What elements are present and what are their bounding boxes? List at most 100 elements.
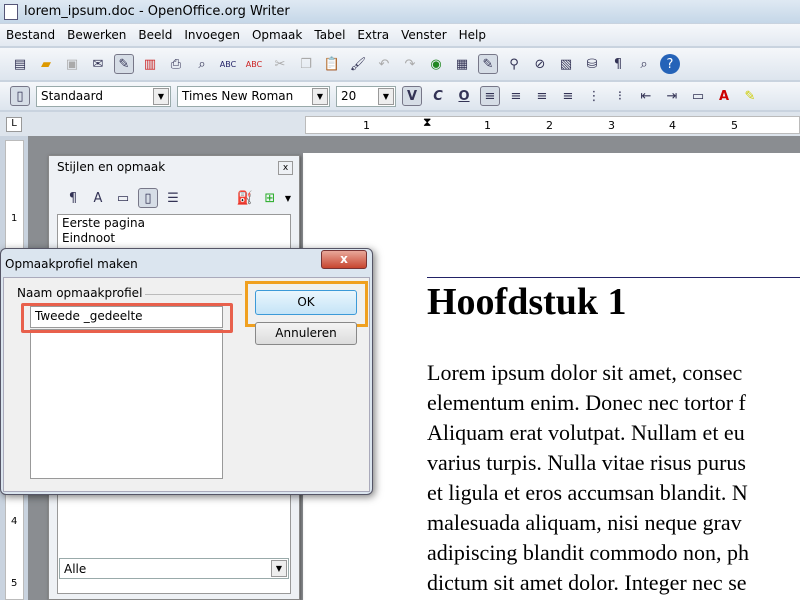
font-name-select[interactable]: Times New Roman ▼ [177, 85, 330, 107]
menu-help[interactable]: Help [453, 28, 492, 42]
text-line: Lorem ipsum dolor sit amet, consec [427, 360, 743, 385]
chevron-down-icon[interactable]: ▼ [153, 87, 169, 105]
copy-icon[interactable]: ❐ [296, 54, 316, 74]
help-icon[interactable]: ? [660, 54, 680, 74]
justify-icon[interactable]: ≡ [558, 86, 578, 106]
paste-icon[interactable]: 📋 [322, 54, 342, 74]
document-heading[interactable]: Hoofdstuk 1 [427, 280, 627, 324]
text-boundary-line [427, 277, 800, 278]
highlight-icon[interactable]: ✎ [740, 86, 760, 106]
navigator-icon[interactable]: ⊘ [530, 54, 550, 74]
zoom-icon[interactable]: ⌕ [634, 54, 654, 74]
menu-bar: Bestand Bewerken Beeld Invoegen Opmaak T… [0, 24, 800, 46]
menu-tabel[interactable]: Tabel [308, 28, 351, 42]
tab-stop-type-icon[interactable]: L [6, 117, 22, 132]
export-pdf-icon[interactable]: ▥ [140, 54, 160, 74]
menu-beeld[interactable]: Beeld [132, 28, 178, 42]
align-right-icon[interactable]: ≡ [532, 86, 552, 106]
bold-button[interactable]: V [402, 86, 422, 106]
table-icon[interactable]: ▦ [452, 54, 472, 74]
standard-toolbar: ▤ ▰ ▣ ✉ ✎ ▥ ⎙ ⌕ ABC ABC ✂ ❐ 📋 🖌 ↶ ↷ ◉ ▦ … [0, 48, 800, 80]
align-center-icon[interactable]: ≡ [506, 86, 526, 106]
undo-icon[interactable]: ↶ [374, 54, 394, 74]
menu-bewerken[interactable]: Bewerken [61, 28, 132, 42]
redo-icon[interactable]: ↷ [400, 54, 420, 74]
writer-document-icon [4, 3, 18, 20]
menu-opmaak[interactable]: Opmaak [246, 28, 308, 42]
ruler-label: 3 [608, 118, 615, 132]
italic-button[interactable]: C [428, 86, 448, 106]
indent-marker-icon[interactable]: ⧗ [423, 115, 431, 130]
ok-button[interactable]: OK [255, 290, 357, 315]
text-line: Aliquam erat volutpat. Nullam et eu [427, 420, 745, 445]
list-styles-icon[interactable]: ☰ [163, 188, 183, 208]
text-line: varius turpis. Nulla vitae risus purus [427, 450, 746, 475]
character-styles-icon[interactable]: A [88, 188, 108, 208]
draw-functions-icon[interactable]: ✎ [478, 54, 498, 74]
increase-indent-icon[interactable]: ⇥ [662, 86, 682, 106]
ruler-label: 4 [11, 516, 18, 527]
font-color-icon[interactable]: A [714, 86, 734, 106]
data-sources-icon[interactable]: ⛁ [582, 54, 602, 74]
underline-button[interactable]: O [454, 86, 474, 106]
page-styles-icon[interactable]: ▯ [138, 188, 158, 208]
gallery-icon[interactable]: ▧ [556, 54, 576, 74]
text-line: malesuada aliquam, nisi neque grav [427, 510, 742, 535]
chevron-down-icon[interactable]: ▼ [285, 194, 291, 203]
chevron-down-icon[interactable]: ▼ [271, 560, 287, 577]
cut-icon[interactable]: ✂ [270, 54, 290, 74]
horizontal-ruler[interactable]: 1 1 2 3 4 5 ⧗ [305, 115, 800, 134]
menu-invoegen[interactable]: Invoegen [178, 28, 246, 42]
frame-styles-icon[interactable]: ▭ [113, 188, 133, 208]
numbering-icon[interactable]: ⋮ [584, 86, 604, 106]
chevron-down-icon[interactable]: ▼ [312, 87, 328, 105]
new-document-icon[interactable]: ▤ [10, 54, 30, 74]
list-item[interactable]: Eindnoot [62, 231, 286, 246]
bullets-icon[interactable]: ⁝ [610, 86, 630, 106]
paragraph-style-select[interactable]: Standaard ▼ [36, 85, 171, 107]
find-replace-icon[interactable]: ⚲ [504, 54, 524, 74]
title-bar: lorem_ipsum.doc - OpenOffice.org Writer [0, 0, 800, 23]
align-left-icon[interactable]: ≡ [480, 86, 500, 106]
group-divider [134, 294, 242, 295]
print-icon[interactable]: ⎙ [166, 54, 186, 74]
decrease-indent-icon[interactable]: ⇤ [636, 86, 656, 106]
menu-bestand[interactable]: Bestand [0, 28, 61, 42]
font-size-select[interactable]: 20 ▼ [336, 85, 396, 107]
dialog-title: Opmaakprofiel maken [5, 257, 138, 271]
new-style-from-selection-icon[interactable]: ⊞ [260, 188, 280, 208]
email-icon[interactable]: ✉ [88, 54, 108, 74]
font-size-value: 20 [341, 89, 357, 103]
window-title: lorem_ipsum.doc - OpenOffice.org Writer [24, 4, 290, 19]
dialog-close-button[interactable]: x [321, 250, 367, 269]
existing-styles-list[interactable] [30, 329, 223, 479]
text-line: adipiscing blandit commodo non, ph [427, 540, 750, 565]
document-body[interactable]: Lorem ipsum dolor sit amet, consec eleme… [427, 358, 749, 598]
print-preview-icon[interactable]: ⌕ [192, 54, 212, 74]
panel-title: Stijlen en opmaak [57, 160, 166, 174]
paragraph-background-icon[interactable]: ▭ [688, 86, 708, 106]
menu-venster[interactable]: Venster [395, 28, 453, 42]
styles-formatting-icon[interactable]: ▯ [10, 86, 30, 106]
style-filter-select[interactable]: Alle ▼ [59, 558, 289, 579]
menu-extra[interactable]: Extra [351, 28, 395, 42]
panel-close-button[interactable]: x [278, 161, 293, 175]
font-name-value: Times New Roman [182, 89, 294, 103]
spellcheck-icon[interactable]: ABC [218, 54, 238, 74]
name-field-highlight [21, 303, 233, 333]
format-paintbrush-icon[interactable]: 🖌 [348, 54, 368, 74]
open-folder-icon[interactable]: ▰ [36, 54, 56, 74]
paragraph-styles-icon[interactable]: ¶ [63, 188, 83, 208]
list-item[interactable]: Eerste pagina [62, 216, 286, 231]
autospellcheck-icon[interactable]: ABC [244, 54, 264, 74]
fill-format-icon[interactable]: ⛽ [235, 188, 255, 208]
nonprinting-characters-icon[interactable]: ¶ [608, 54, 628, 74]
ruler-label: 1 [363, 118, 370, 132]
ruler-label: 4 [669, 118, 676, 132]
hyperlink-icon[interactable]: ◉ [426, 54, 446, 74]
style-name-label: Naam opmaakprofiel [17, 286, 146, 300]
chevron-down-icon[interactable]: ▼ [378, 87, 394, 105]
save-icon[interactable]: ▣ [62, 54, 82, 74]
cancel-button[interactable]: Annuleren [255, 322, 357, 345]
edit-mode-icon[interactable]: ✎ [114, 54, 134, 74]
